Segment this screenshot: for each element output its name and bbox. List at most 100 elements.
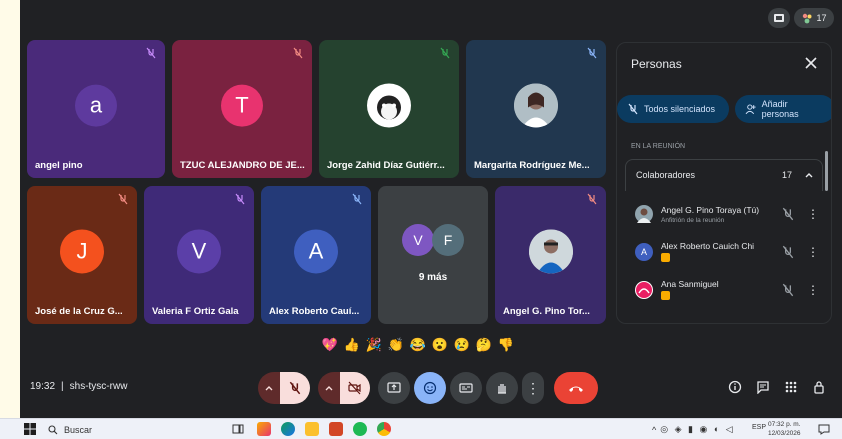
more-avatar-2: F [432, 224, 464, 256]
mic-off-icon[interactable] [781, 207, 795, 221]
participants-count: 17 [816, 13, 827, 23]
participant-name: Angel G. Pino Tor... [503, 306, 590, 317]
raise-hand-control[interactable] [486, 372, 518, 404]
edge-app-icon[interactable] [281, 422, 295, 436]
leave-call-button[interactable] [554, 372, 598, 404]
reaction-laugh[interactable]: 😂 [408, 337, 428, 353]
reaction-thumbs-down[interactable]: 👎 [496, 337, 516, 353]
person-row[interactable]: Angel G. Pino Toraya (Tú) Anfitrión de l… [635, 195, 819, 233]
avatar [635, 205, 653, 223]
reaction-surprised[interactable]: 😮 [430, 337, 450, 353]
language-indicator[interactable]: ESP [752, 424, 766, 431]
camera-toggle-button[interactable] [340, 372, 370, 404]
reactions-button[interactable] [414, 372, 446, 404]
reaction-heart[interactable]: 💖 [320, 337, 340, 353]
more-options-button[interactable]: ⋮ [522, 372, 544, 404]
info-icon[interactable] [728, 380, 742, 394]
captions-icon [459, 383, 473, 393]
powerpoint-app-icon[interactable] [329, 422, 343, 436]
search-label: Buscar [64, 424, 93, 435]
present-screen-button[interactable] [378, 372, 410, 404]
group-name: Colaboradores [636, 170, 696, 180]
chevron-up-icon [265, 386, 273, 391]
captions-button[interactable] [450, 372, 482, 404]
profile-photo-icon [514, 83, 558, 128]
more-participants-tile[interactable]: V F 9 más [378, 186, 488, 324]
chrome-app-icon[interactable] [377, 422, 391, 436]
camera-control[interactable] [318, 372, 370, 404]
mic-off-icon[interactable] [781, 245, 795, 259]
more-options-icon[interactable]: ⋮ [807, 207, 819, 221]
chat-icon[interactable] [756, 380, 770, 394]
participant-tile[interactable]: Margarita Rodríguez Me... [466, 40, 606, 178]
reaction-thinking[interactable]: 🤔 [474, 337, 494, 353]
mic-control[interactable] [258, 372, 310, 404]
captions-toggle-button[interactable] [768, 8, 790, 28]
add-people-button[interactable]: Añadir personas [735, 95, 831, 123]
mic-off-icon [440, 47, 450, 59]
group-count: 17 [781, 170, 792, 180]
badge-icon [661, 252, 670, 262]
participant-tile[interactable]: Jorge Zahid Díaz Gutiérr... [319, 40, 459, 178]
avatar: J [60, 229, 104, 274]
avatar [528, 229, 573, 274]
spotify-app-icon[interactable] [353, 422, 367, 436]
mic-options-button[interactable] [258, 372, 280, 404]
reaction-clap[interactable]: 👏 [386, 337, 406, 353]
chevron-up-icon[interactable]: ^ [652, 425, 656, 435]
raise-hand-button[interactable] [486, 372, 518, 404]
participant-tile[interactable]: A Alex Roberto Cauí... [261, 186, 371, 324]
system-tray[interactable]: ^ ◎ ◈ ▮ ◉ ◐ ◁ [652, 422, 735, 437]
reaction-thumbs-up[interactable]: 👍 [342, 337, 362, 353]
reactions-control[interactable] [414, 372, 446, 404]
participant-name: Margarita Rodríguez Me... [474, 160, 590, 171]
reaction-party[interactable]: 🎉 [364, 337, 384, 353]
avatar: A [635, 243, 653, 261]
avatar: a [75, 84, 117, 127]
captions-control[interactable] [450, 372, 482, 404]
participant-name: José de la Cruz G... [35, 306, 123, 317]
more-control[interactable]: ⋮ [522, 372, 544, 404]
clock[interactable]: 07:32 p. m. 12/03/2026 [768, 420, 801, 438]
mute-all-button[interactable]: Todos silenciados [617, 95, 729, 123]
separator: | [61, 381, 64, 392]
leave-control[interactable] [554, 372, 598, 404]
collaborators-group[interactable]: Colaboradores 17 [625, 159, 823, 191]
more-options-icon[interactable]: ⋮ [807, 245, 819, 259]
participant-name: Valeria F Ortiz Gala [152, 306, 239, 317]
camera-options-button[interactable] [318, 372, 340, 404]
present-control[interactable] [378, 372, 410, 404]
add-person-icon [745, 104, 756, 115]
windows-start-icon[interactable] [24, 423, 36, 435]
participants-count-button[interactable]: 17 [794, 8, 834, 28]
mic-off-icon [146, 47, 156, 59]
host-controls-icon[interactable] [812, 380, 826, 394]
profile-photo-icon [377, 95, 401, 120]
avatar [635, 281, 653, 299]
panel-scrollbar[interactable] [825, 151, 828, 191]
panel-title: Personas [631, 57, 682, 71]
chevron-up-icon [325, 386, 333, 391]
participant-tile[interactable]: V Valeria F Ortiz Gala [144, 186, 254, 324]
participant-tile[interactable]: J José de la Cruz G... [27, 186, 137, 324]
file-explorer-app-icon[interactable] [305, 422, 319, 436]
mic-toggle-button[interactable] [280, 372, 310, 404]
mic-off-icon[interactable] [781, 283, 795, 297]
avatar [367, 83, 411, 128]
taskbar-search[interactable]: Buscar [48, 422, 92, 437]
person-row[interactable]: Ana Sanmiguel ⋮ [635, 271, 819, 309]
participant-tile[interactable]: T TZUC ALEJANDRO DE JE... [172, 40, 312, 178]
task-view-icon[interactable] [232, 423, 244, 435]
activities-icon[interactable] [784, 380, 798, 394]
participant-tile[interactable]: a angel pino [27, 40, 165, 178]
close-panel-button[interactable] [803, 55, 819, 71]
people-panel: Personas Todos silenciados Añadir person… [616, 42, 832, 324]
mic-off-icon [293, 47, 303, 59]
participant-tile[interactable]: Angel G. Pino Tor... [495, 186, 606, 324]
participant-name: TZUC ALEJANDRO DE JE... [180, 160, 305, 171]
notifications-icon[interactable] [818, 423, 830, 435]
reaction-sad[interactable]: 😢 [452, 337, 472, 353]
widgets-app-icon[interactable] [257, 422, 271, 436]
person-row[interactable]: A Alex Roberto Cauich Chi ⋮ [635, 233, 819, 271]
more-options-icon[interactable]: ⋮ [807, 283, 819, 297]
